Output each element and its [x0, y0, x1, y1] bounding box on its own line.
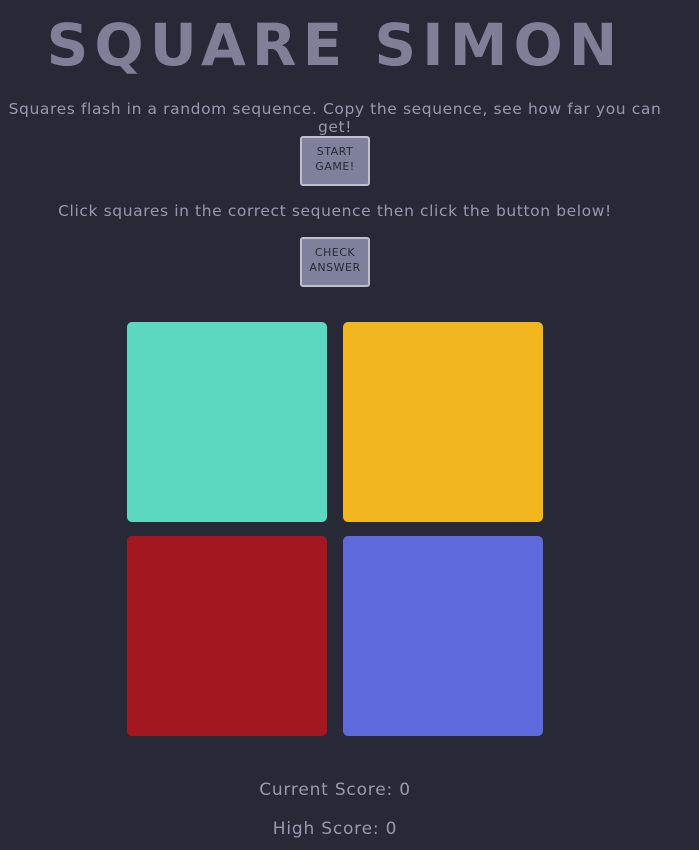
check-button-label-line1: CHECK — [314, 246, 356, 259]
high-score: High Score: 0 — [0, 819, 670, 839]
start-button-label-line1: START — [316, 145, 354, 158]
game-title: SQUARE SIMON — [46, 11, 624, 79]
instructions-text: Click squares in the correct sequence th… — [58, 202, 612, 220]
check-button-label-line2: ANSWER — [309, 261, 361, 274]
check-answer-button[interactable]: CHECK ANSWER — [300, 237, 370, 287]
square-red[interactable] — [127, 536, 327, 736]
square-teal[interactable] — [127, 322, 327, 522]
current-score: Current Score: 0 — [0, 780, 670, 800]
high-score-value: 0 — [385, 819, 398, 839]
start-game-button[interactable]: START GAME! — [300, 136, 370, 186]
high-score-label: High Score: — [272, 819, 386, 839]
current-score-value: 0 — [399, 780, 411, 800]
square-yellow[interactable] — [343, 322, 543, 522]
square-blue[interactable] — [343, 536, 543, 736]
current-score-label: Current Score: — [259, 780, 400, 800]
intro-text: Squares flash in a random sequence. Copy… — [8, 100, 662, 136]
start-button-label-line2: GAME! — [315, 160, 355, 173]
